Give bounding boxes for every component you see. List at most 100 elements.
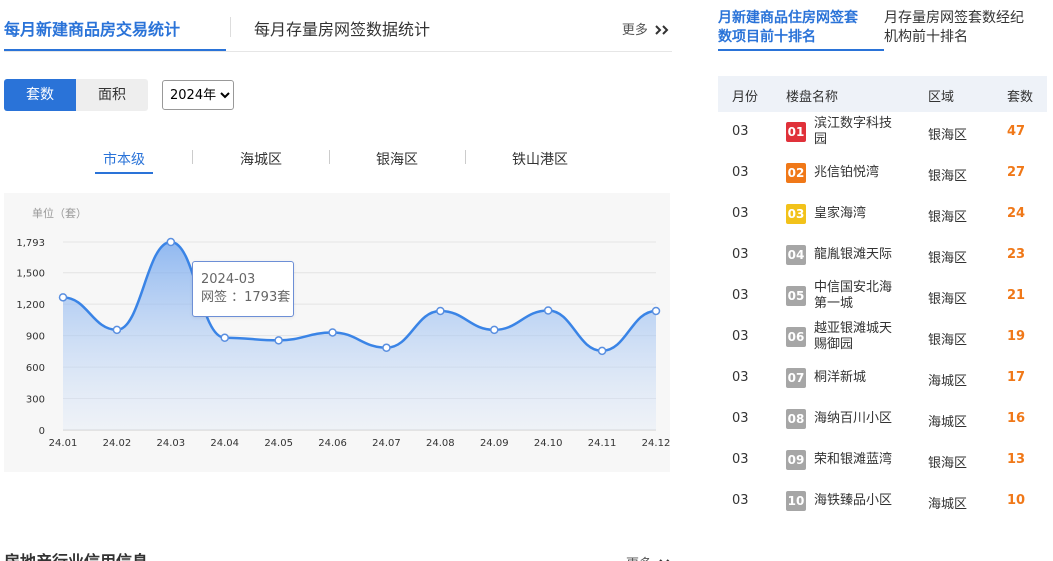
y-tick-label: 1,500: [16, 269, 45, 280]
table-row[interactable]: 03 03 皇家海湾 银海区 24: [718, 194, 1047, 235]
table-row[interactable]: 03 04 龍胤银滩天际 银海区 23: [718, 235, 1047, 276]
row-month: 03: [732, 411, 749, 426]
row-project-name[interactable]: 兆信铂悦湾: [814, 156, 900, 190]
x-tick-label: 24.08: [426, 438, 455, 449]
tooltip-value: 网签 ：1793套: [201, 290, 291, 305]
y-tick-label: 900: [26, 332, 45, 343]
tab-agency-ranking[interactable]: 月存量房网签套数经纪 机构前十排名: [884, 9, 1024, 47]
row-count: 23: [1007, 247, 1026, 262]
data-point: [382, 343, 391, 352]
x-tick-label: 24.12: [642, 438, 670, 449]
row-district: 海城区: [928, 415, 968, 430]
x-tick-label: 24.10: [534, 438, 563, 449]
ranking-table-body: 03 01 滨江数字科技园 银海区 47 03 02 兆信铂悦湾 银海区 27 03 03 皇家海湾 银海…: [718, 112, 1047, 522]
rank-badge: 05: [786, 286, 806, 306]
tab-label-line2: 机构前十排名: [884, 29, 968, 45]
district-tab-tieshangang[interactable]: 铁山港区: [512, 149, 568, 169]
district-tab-haicheng[interactable]: 海城区: [240, 149, 282, 169]
data-point: [166, 237, 176, 247]
table-row[interactable]: 03 10 海铁臻品小区 海城区 10: [718, 481, 1047, 522]
data-point: [436, 306, 445, 316]
row-month: 03: [732, 288, 749, 303]
rank-badge: 04: [786, 245, 806, 265]
district-divider: [465, 150, 466, 164]
row-count: 17: [1007, 370, 1026, 385]
transaction-chart: 单位（套） 0 300 600 900 1,200 1,500 1,793 24.01 24.02…: [4, 193, 670, 472]
credit-more-label: 更多: [626, 557, 652, 561]
table-row[interactable]: 03 07 桐洋新城 海城区 17: [718, 358, 1047, 399]
y-tick-label: 0: [39, 426, 45, 437]
rank-badge: 01: [786, 122, 806, 142]
row-count: 24: [1007, 206, 1026, 221]
area-toggle-button[interactable]: 面积: [76, 79, 148, 111]
tab-new-housing-ranking[interactable]: 月新建商品住房网签套 数项目前十排名: [718, 9, 858, 47]
header-district: 区域: [928, 90, 955, 105]
row-project-name[interactable]: 海纳百川小区: [814, 402, 900, 436]
data-point: [274, 336, 283, 345]
x-tick-label: 24.09: [480, 438, 509, 449]
row-count: 47: [1007, 124, 1026, 139]
district-tab-yinhai[interactable]: 银海区: [376, 149, 418, 169]
table-row[interactable]: 03 08 海纳百川小区 海城区 16: [718, 399, 1047, 440]
table-row[interactable]: 03 09 荣和银滩蓝湾 银海区 13: [718, 440, 1047, 481]
table-row[interactable]: 03 06 越亚银滩城天赐御园 银海区 19: [718, 317, 1047, 358]
district-tab-city[interactable]: 市本级: [103, 149, 145, 169]
tooltip-date: 2024-03: [201, 272, 256, 287]
row-month: 03: [732, 206, 749, 221]
row-district: 海城区: [928, 497, 968, 512]
row-district: 银海区: [928, 169, 968, 184]
chart-svg: 单位（套） 0 300 600 900 1,200 1,500 1,793 24.01 24.02…: [16, 206, 670, 449]
y-tick-label: 300: [26, 395, 45, 406]
tab-active-underline: [4, 49, 226, 51]
row-month: 03: [732, 329, 749, 344]
x-tick-label: 24.02: [103, 438, 132, 449]
x-tick-label: 24.01: [49, 438, 78, 449]
double-chevron-right-icon: [655, 25, 669, 35]
row-project-name[interactable]: 龍胤银滩天际: [814, 238, 900, 272]
header-month: 月份: [732, 90, 759, 105]
x-tick-label: 24.07: [372, 438, 401, 449]
row-count: 13: [1007, 452, 1026, 467]
row-project-name[interactable]: 荣和银滩蓝湾: [814, 443, 900, 477]
y-tick-label: 1,200: [16, 300, 45, 311]
data-point: [651, 306, 661, 316]
row-count: 19: [1007, 329, 1026, 344]
row-district: 银海区: [928, 333, 968, 348]
year-select[interactable]: 2024年: [162, 80, 234, 110]
row-month: 03: [732, 247, 749, 262]
tab-label-line1: 月新建商品住房网签套: [718, 10, 858, 26]
row-project-name[interactable]: 海铁臻品小区: [814, 484, 900, 518]
data-point: [543, 306, 553, 315]
more-link[interactable]: 更多: [622, 19, 670, 38]
row-month: 03: [732, 452, 749, 467]
row-project-name[interactable]: 桐洋新城: [814, 361, 900, 395]
tab-existing-housing-stats[interactable]: 每月存量房网签数据统计: [254, 16, 430, 40]
tab-label-line2: 数项目前十排名: [718, 29, 816, 45]
y-axis-unit-label: 单位（套）: [32, 206, 87, 220]
table-row[interactable]: 03 01 滨江数字科技园 银海区 47: [718, 112, 1047, 153]
x-tick-label: 24.05: [264, 438, 293, 449]
row-project-name[interactable]: 滨江数字科技园: [814, 115, 900, 149]
credit-more-link[interactable]: 更多: [626, 553, 674, 561]
row-count: 10: [1007, 493, 1026, 508]
rank-badge: 03: [786, 204, 806, 224]
table-row[interactable]: 03 05 中信国安北海第一城 银海区 21: [718, 276, 1047, 317]
row-district: 银海区: [928, 210, 968, 225]
rank-badge: 09: [786, 450, 806, 470]
table-row[interactable]: 03 02 兆信铂悦湾 银海区 27: [718, 153, 1047, 194]
x-tick-label: 24.03: [156, 438, 185, 449]
rank-badge: 06: [786, 327, 806, 347]
row-month: 03: [732, 124, 749, 139]
row-district: 银海区: [928, 251, 968, 266]
row-project-name[interactable]: 皇家海湾: [814, 197, 900, 231]
row-month: 03: [732, 165, 749, 180]
row-district: 银海区: [928, 128, 968, 143]
ranking-tab-bar: 月新建商品住房网签套 数项目前十排名 月存量房网签套数经纪 机构前十排名: [718, 0, 1047, 52]
chart-tooltip: 2024-03 网签 ：1793套: [192, 261, 294, 317]
tab-new-housing-stats[interactable]: 每月新建商品房交易统计: [4, 16, 180, 40]
count-toggle-button[interactable]: 套数: [4, 79, 76, 111]
row-project-name[interactable]: 越亚银滩城天赐御园: [814, 320, 900, 354]
row-project-name[interactable]: 中信国安北海第一城: [814, 279, 900, 313]
x-tick-label: 24.04: [210, 438, 239, 449]
credit-info-title: 房地产行业信用信息: [4, 548, 148, 561]
